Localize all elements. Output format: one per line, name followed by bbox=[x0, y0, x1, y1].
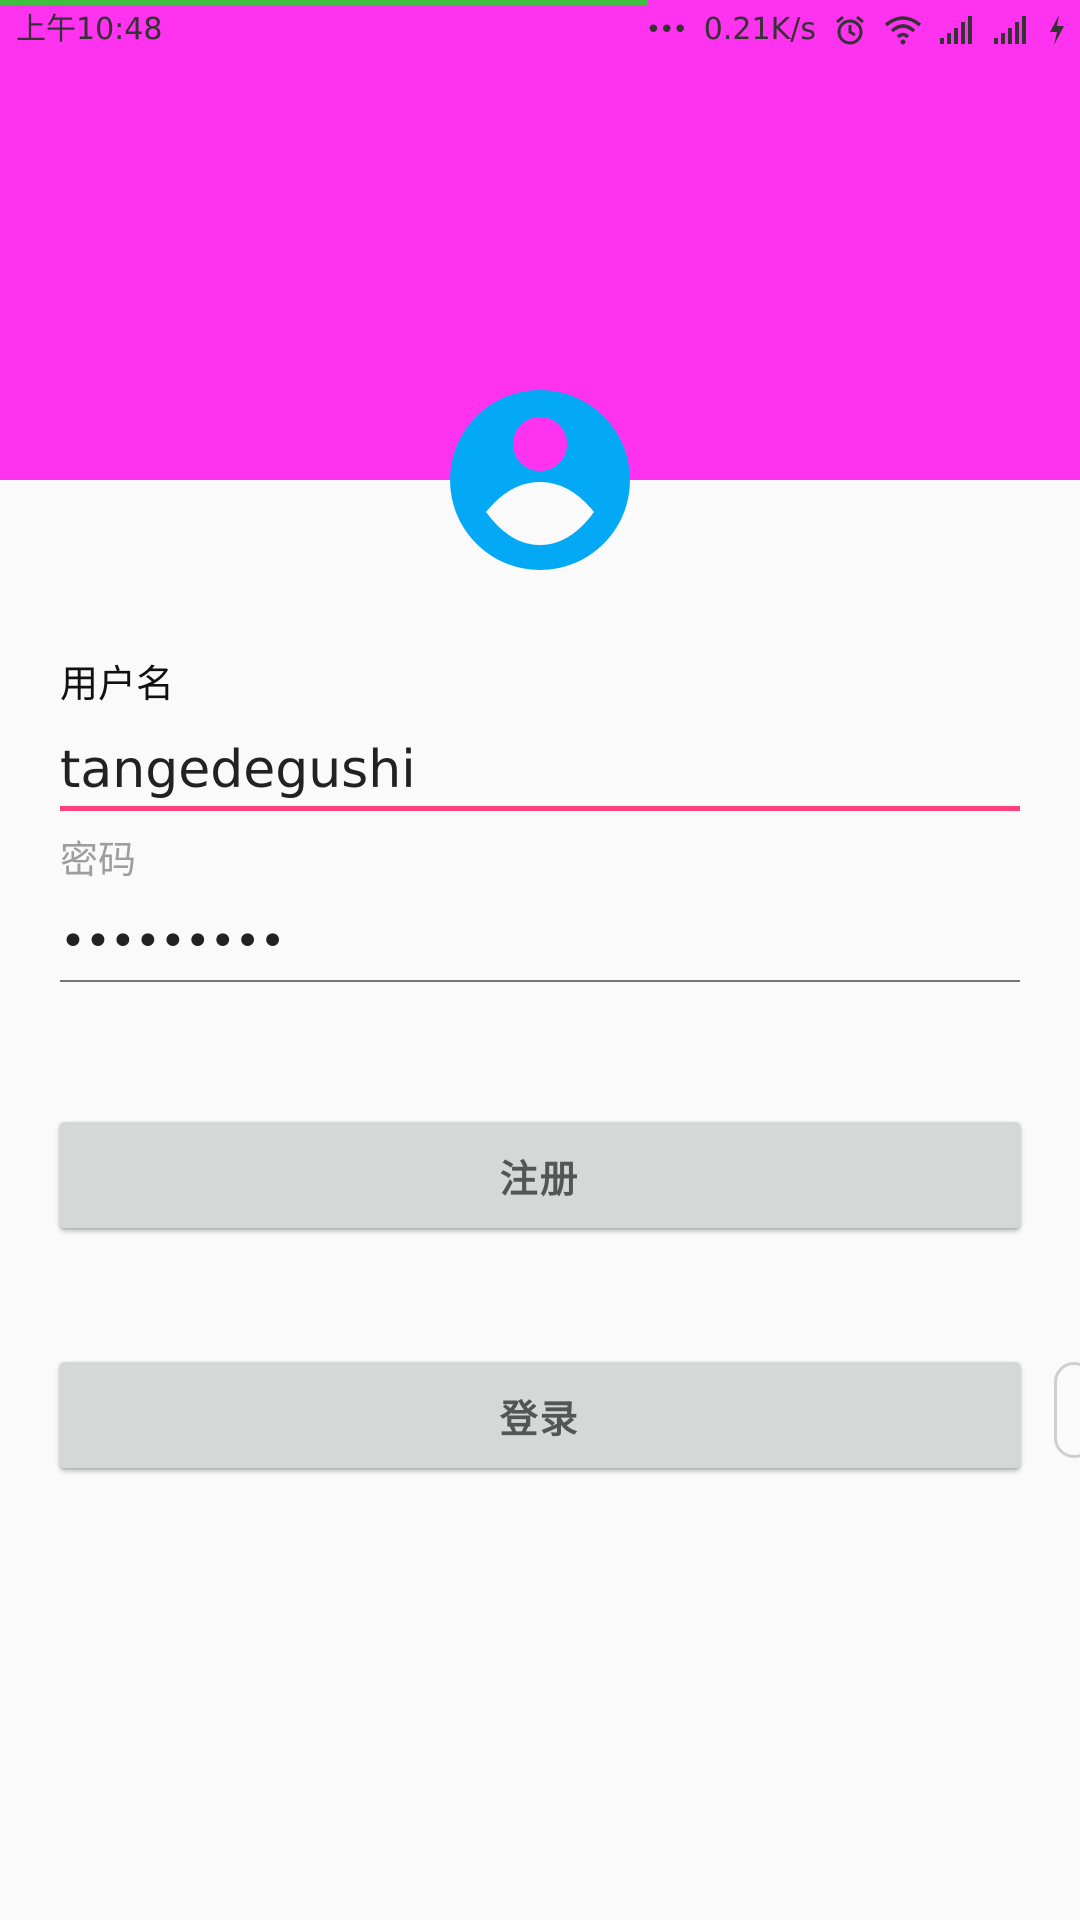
username-underline bbox=[60, 806, 1020, 811]
charging-icon bbox=[1048, 15, 1066, 45]
status-time: 上午10:48 bbox=[16, 12, 163, 47]
password-underline bbox=[60, 980, 1020, 982]
password-label: 密码 bbox=[60, 838, 137, 882]
more-icon: ••• bbox=[645, 15, 688, 45]
network-speed: 0.21K/s bbox=[703, 12, 816, 47]
avatar-icon bbox=[450, 390, 630, 570]
login-screen: 上午10:48 ••• 0.21K/s 用户名 tangedegushi 密码 … bbox=[0, 0, 1080, 1920]
login-button[interactable]: 登录 bbox=[60, 1362, 1020, 1468]
register-button[interactable]: 注册 bbox=[60, 1122, 1020, 1228]
signal-icon bbox=[940, 16, 976, 44]
username-label: 用户名 bbox=[60, 662, 175, 706]
password-input[interactable]: ••••••••• bbox=[60, 914, 286, 970]
wifi-icon bbox=[884, 15, 922, 45]
alarm-icon bbox=[834, 14, 866, 46]
signal-icon bbox=[994, 16, 1030, 44]
username-input[interactable]: tangedegushi bbox=[60, 738, 416, 802]
status-bar: 上午10:48 ••• 0.21K/s bbox=[0, 0, 1080, 60]
status-icons: ••• 0.21K/s bbox=[646, 8, 1066, 52]
edge-swipe-handle[interactable] bbox=[1054, 1362, 1080, 1458]
